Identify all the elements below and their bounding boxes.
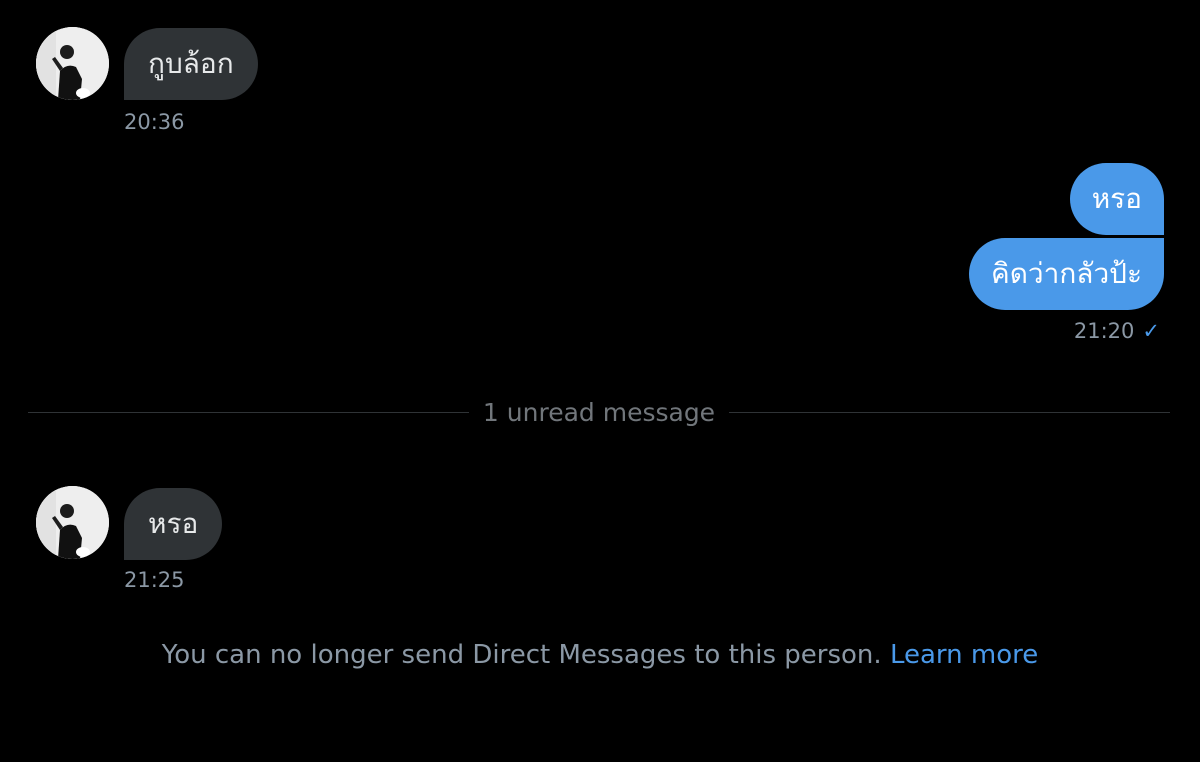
message-text: หรอ	[148, 507, 199, 540]
unread-divider: 1 unread message	[28, 394, 1170, 430]
outgoing-message-bubble[interactable]: หรอ	[1069, 163, 1164, 235]
incoming-message-bubble[interactable]: กูบล้อก	[124, 28, 258, 100]
outgoing-message-bubble[interactable]: คิดว่ากลัวป้ะ	[968, 238, 1164, 310]
message-timestamp: 21:20	[1073, 319, 1135, 343]
message-text: กูบล้อก	[148, 47, 234, 80]
message-meta: 21:20 ✓	[1074, 318, 1160, 344]
incoming-message-bubble[interactable]: หรอ	[124, 488, 223, 560]
unread-divider-label: 1 unread message	[482, 397, 716, 427]
message-text: หรอ	[1091, 182, 1142, 215]
sent-check-icon: ✓	[1142, 319, 1160, 343]
message-text: คิดว่ากลัวป้ะ	[990, 257, 1142, 290]
dm-disabled-notice: You can no longer send Direct Messages t…	[0, 640, 1200, 670]
avatar-photo	[36, 486, 109, 559]
avatar-photo	[36, 27, 109, 100]
contact-avatar[interactable]	[36, 486, 109, 559]
message-timestamp: 21:25	[124, 568, 185, 592]
learn-more-link[interactable]: Learn more	[890, 640, 1038, 670]
notice-text: You can no longer send Direct Messages t…	[161, 640, 882, 670]
contact-avatar[interactable]	[36, 27, 109, 100]
message-timestamp: 20:36	[124, 110, 185, 134]
divider-line	[729, 411, 1170, 413]
divider-line	[28, 411, 469, 413]
